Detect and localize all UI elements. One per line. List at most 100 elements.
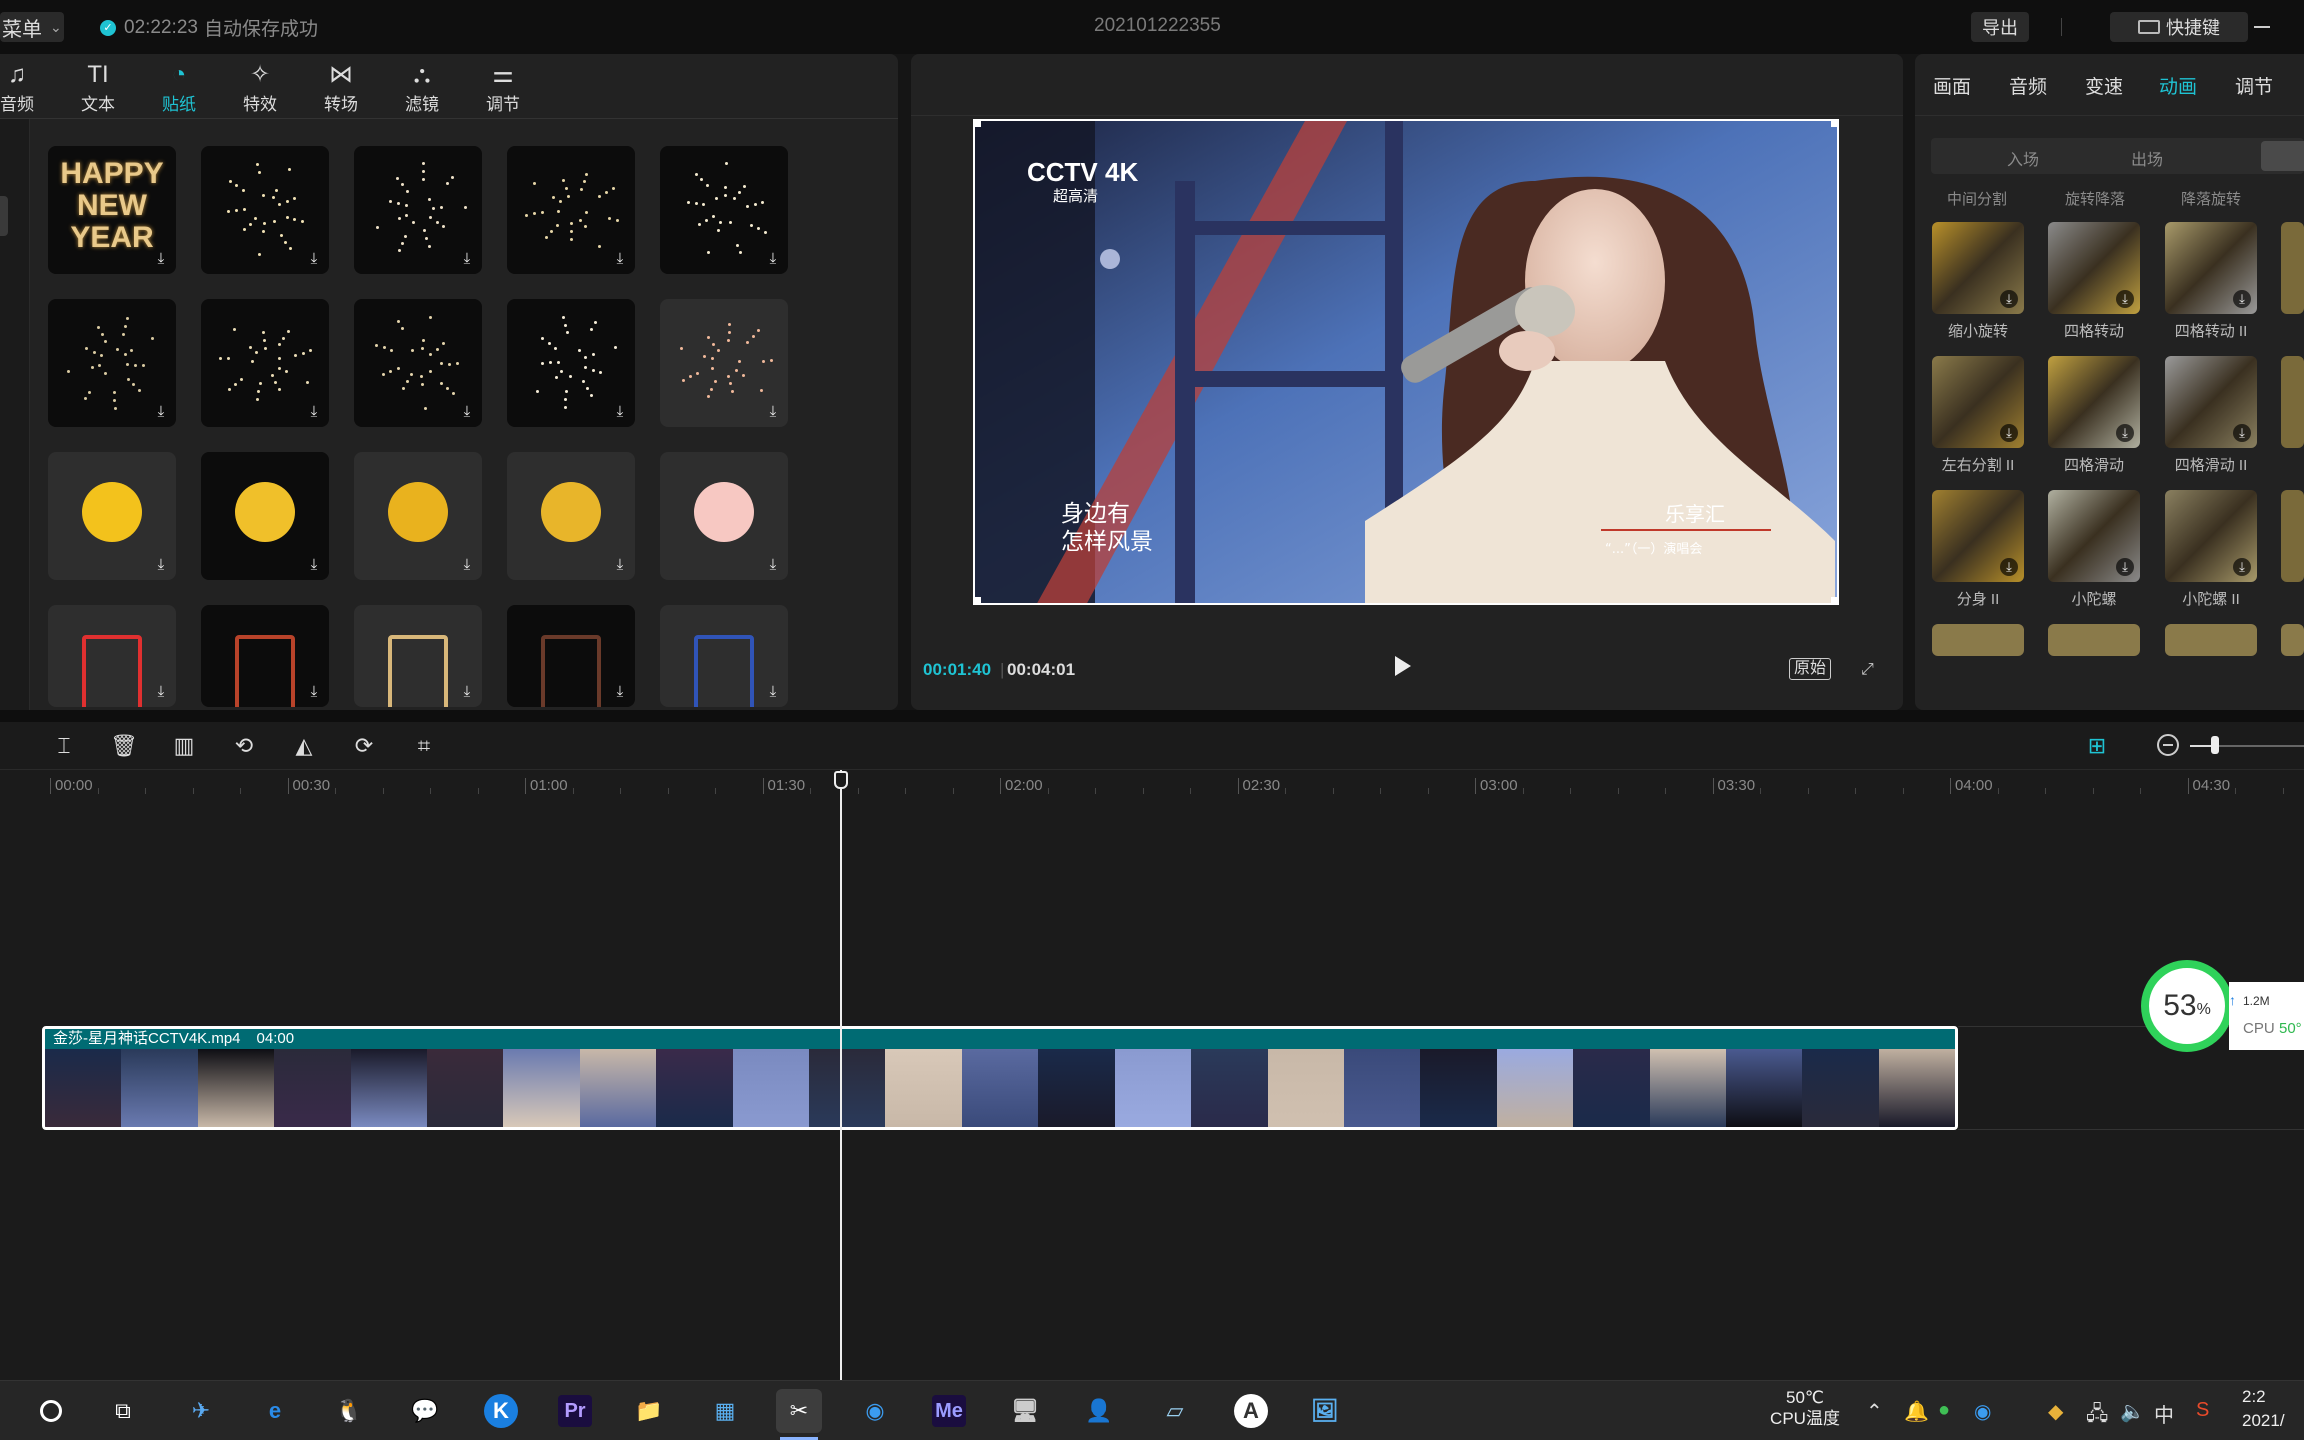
crop-handle[interactable] [1831, 597, 1837, 603]
panel-divider[interactable] [0, 710, 2304, 722]
shortcut-button[interactable]: 快捷键 [2110, 12, 2248, 42]
capcut-app-icon[interactable]: ✂ [776, 1389, 822, 1433]
sticker-firework-heart[interactable]: ⤓ [354, 146, 482, 274]
download-icon[interactable]: ⤓ [152, 250, 170, 268]
zoom-out-icon[interactable] [2157, 734, 2179, 756]
system-clock[interactable]: 2:2 2021/ [2242, 1385, 2285, 1433]
sticker-red-envelope-hand[interactable]: ⤓ [48, 605, 176, 707]
tab-transition[interactable]: ⋈ 转场 [306, 60, 376, 115]
wechat-tray-icon[interactable]: ● [1938, 1399, 1950, 1422]
tab-picture[interactable]: 画面 [1933, 72, 1971, 99]
download-icon[interactable]: ⤓ [152, 403, 170, 421]
download-icon[interactable]: ⤓ [152, 683, 170, 701]
export-button[interactable]: 导出 [1971, 12, 2029, 42]
user-manager-icon[interactable]: 👤 [1076, 1389, 1122, 1433]
tab-speed[interactable]: 变速 [2085, 72, 2123, 99]
tab-sticker[interactable]: ◔ 贴纸 [144, 60, 214, 115]
sticker-blue-frame[interactable]: ⤓ [660, 605, 788, 707]
animation-preset[interactable]: ⤓ [2048, 222, 2140, 314]
download-icon[interactable]: ⤓ [764, 556, 782, 574]
download-icon[interactable]: ⤓ [305, 250, 323, 268]
photos-app-icon[interactable]: 🖼 [1302, 1389, 1348, 1433]
animation-preset[interactable]: ⤓ [2048, 356, 2140, 448]
animation-preset[interactable]: ⤓ [1932, 490, 2024, 582]
download-icon[interactable]: ⤓ [305, 403, 323, 421]
download-icon[interactable]: ⤓ [305, 556, 323, 574]
tab-adjust-settings[interactable]: 调节 [2235, 72, 2273, 99]
volume-icon[interactable]: 🔈 [2120, 1399, 2145, 1424]
download-icon[interactable]: ⤓ [2116, 424, 2134, 442]
sticker-cartoon-hand[interactable]: ⤓ [660, 452, 788, 580]
video-clip[interactable]: 金莎-星月神话CCTV4K.mp4 04:00 [42, 1026, 1958, 1130]
download-icon[interactable]: ⤓ [764, 683, 782, 701]
crop-handle[interactable] [1831, 121, 1837, 127]
download-icon[interactable]: ⤓ [2000, 558, 2018, 576]
memory-ring[interactable]: 53% [2141, 960, 2233, 1052]
feishu-app-icon[interactable]: ✈ [178, 1389, 224, 1433]
notepad-icon[interactable]: ▱ [1152, 1389, 1198, 1433]
download-icon[interactable]: ⤓ [611, 683, 629, 701]
animation-preset[interactable]: ⤓ [1932, 356, 2024, 448]
animation-preset[interactable] [2281, 624, 2304, 656]
ime-indicator[interactable]: 中 [2154, 1399, 2174, 1428]
tab-adjust[interactable]: ⚌ 调节 [468, 60, 538, 115]
playhead[interactable] [840, 770, 842, 1380]
segment-in[interactable]: 入场 [2007, 146, 2039, 170]
media-encoder-icon[interactable]: Me [926, 1389, 972, 1433]
download-icon[interactable]: ⤓ [2233, 424, 2251, 442]
sticker-firework-spray[interactable]: ⤓ [48, 299, 176, 427]
download-icon[interactable]: ⤓ [152, 556, 170, 574]
download-icon[interactable]: ⤓ [458, 556, 476, 574]
time-ruler[interactable]: 00:00 00:30 01:00 01:30 02:00 02:30 03:00 03:30… [0, 770, 2304, 798]
animation-preset[interactable] [2281, 490, 2304, 582]
meeting-tray-icon[interactable]: ◉ [1974, 1399, 1991, 1424]
edge-browser-icon[interactable]: e [252, 1389, 298, 1433]
qq-app-icon[interactable]: 🐧 [326, 1389, 372, 1433]
download-icon[interactable]: ⤓ [458, 250, 476, 268]
start-search-icon[interactable] [28, 1389, 74, 1433]
sticker-firework-burst-4[interactable]: ⤓ [354, 299, 482, 427]
sticker-firework-burst-3[interactable]: ⤓ [201, 299, 329, 427]
category-sidebar[interactable] [0, 119, 30, 710]
animation-preset[interactable]: ⤓ [1932, 222, 2024, 314]
sticker-gold-sparkle-trail[interactable]: ⤓ [201, 452, 329, 580]
split-icon[interactable]: ⌶ [50, 732, 78, 760]
tray-expand-icon[interactable]: ⌃ [1866, 1399, 1883, 1424]
category-handle[interactable] [0, 196, 8, 236]
task-view-icon[interactable]: ⧉ [100, 1389, 146, 1433]
delete-icon[interactable]: 🗑 [110, 732, 138, 760]
tab-filter[interactable]: ⛬ 滤镜 [387, 60, 457, 115]
sticker-lantern-frame[interactable]: ⤓ [507, 605, 635, 707]
animation-preset[interactable] [2281, 222, 2304, 314]
download-icon[interactable]: ⤓ [764, 250, 782, 268]
remote-desktop-icon[interactable]: 🖥 [1002, 1389, 1048, 1433]
reverse-play-icon[interactable]: ⟲ [230, 732, 258, 760]
sticker-firework-dots[interactable]: ⤓ [507, 299, 635, 427]
animation-preset[interactable] [2281, 356, 2304, 448]
segment-combo-selected[interactable] [2261, 141, 2304, 171]
sticker-happy-new-year[interactable]: HAPPY NEW YEAR ⤓ [48, 146, 176, 274]
kugou-app-icon[interactable]: K [478, 1389, 524, 1433]
play-icon[interactable] [1395, 656, 1411, 676]
download-icon[interactable]: ⤓ [458, 683, 476, 701]
fullscreen-icon[interactable]: ⤢ [1861, 662, 1877, 678]
zoom-slider-handle[interactable] [2211, 736, 2219, 754]
download-icon[interactable]: ⤓ [458, 403, 476, 421]
download-icon[interactable]: ⤓ [2116, 558, 2134, 576]
mirror-icon[interactable]: ◭ [290, 732, 318, 760]
download-icon[interactable]: ⤓ [611, 250, 629, 268]
arc-app-icon[interactable]: A [1228, 1389, 1274, 1433]
tab-animation[interactable]: 动画 [2159, 72, 2197, 99]
sticker-dollar-eyes[interactable]: ⤓ [354, 452, 482, 580]
performance-widget[interactable]: 53% [2141, 960, 2233, 1060]
wechat-app-icon[interactable]: 💬 [402, 1389, 448, 1433]
animation-preset[interactable] [2165, 624, 2257, 656]
download-icon[interactable]: ⤓ [305, 683, 323, 701]
snap-icon[interactable]: ⊞ [2082, 732, 2112, 760]
crop-handle[interactable] [975, 121, 981, 127]
animation-preset[interactable]: ⤓ [2165, 222, 2257, 314]
animation-preset[interactable] [2048, 624, 2140, 656]
download-icon[interactable]: ⤓ [764, 403, 782, 421]
animation-preset[interactable]: ⤓ [2165, 490, 2257, 582]
download-icon[interactable]: ⤓ [2000, 290, 2018, 308]
